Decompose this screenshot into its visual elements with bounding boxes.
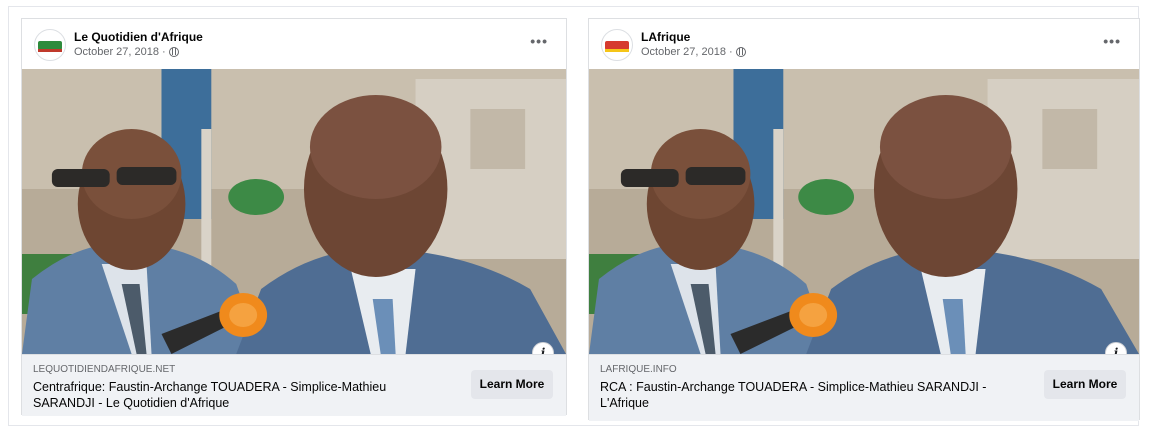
link-preview[interactable]: LAFRIQUE.INFO RCA : Faustin-Archange TOU… xyxy=(589,354,1139,421)
post-header: LAfrique October 27, 2018 · ••• xyxy=(589,19,1139,69)
page-name-link[interactable]: Le Quotidien d'Afrique xyxy=(74,30,203,44)
learn-more-button[interactable]: Learn More xyxy=(471,370,553,399)
post-image[interactable]: i xyxy=(589,69,1139,354)
globe-icon xyxy=(168,47,179,57)
more-options-icon[interactable]: ••• xyxy=(1103,33,1121,49)
post-date[interactable]: October 27, 2018 xyxy=(74,46,159,58)
page-avatar[interactable] xyxy=(34,29,66,61)
link-preview[interactable]: LEQUOTIDIENDAFRIQUE.NET Centrafrique: Fa… xyxy=(22,354,566,416)
link-domain: LEQUOTIDIENDAFRIQUE.NET xyxy=(33,364,176,375)
post-meta: October 27, 2018 · xyxy=(641,46,746,58)
link-domain: LAFRIQUE.INFO xyxy=(600,364,677,375)
learn-more-button[interactable]: Learn More xyxy=(1044,370,1126,399)
link-headline[interactable]: RCA : Faustin-Archange TOUADERA - Simpli… xyxy=(600,379,1000,411)
globe-icon xyxy=(735,47,746,57)
link-headline[interactable]: Centrafrique: Faustin-Archange TOUADERA … xyxy=(33,379,433,411)
page-avatar[interactable] xyxy=(601,29,633,61)
page-name-link[interactable]: LAfrique xyxy=(641,30,690,44)
post-header: Le Quotidien d'Afrique October 27, 2018 … xyxy=(22,19,566,69)
meta-separator: · xyxy=(162,46,166,58)
post-meta: October 27, 2018 · xyxy=(74,46,179,58)
post-card-le-quotidien: Le Quotidien d'Afrique October 27, 2018 … xyxy=(21,18,567,416)
post-card-lafrique: LAfrique October 27, 2018 · ••• i LAFRIQ… xyxy=(588,18,1140,421)
more-options-icon[interactable]: ••• xyxy=(530,33,548,49)
meta-separator: · xyxy=(729,46,733,58)
post-image[interactable]: i xyxy=(22,69,566,354)
post-date[interactable]: October 27, 2018 xyxy=(641,46,726,58)
